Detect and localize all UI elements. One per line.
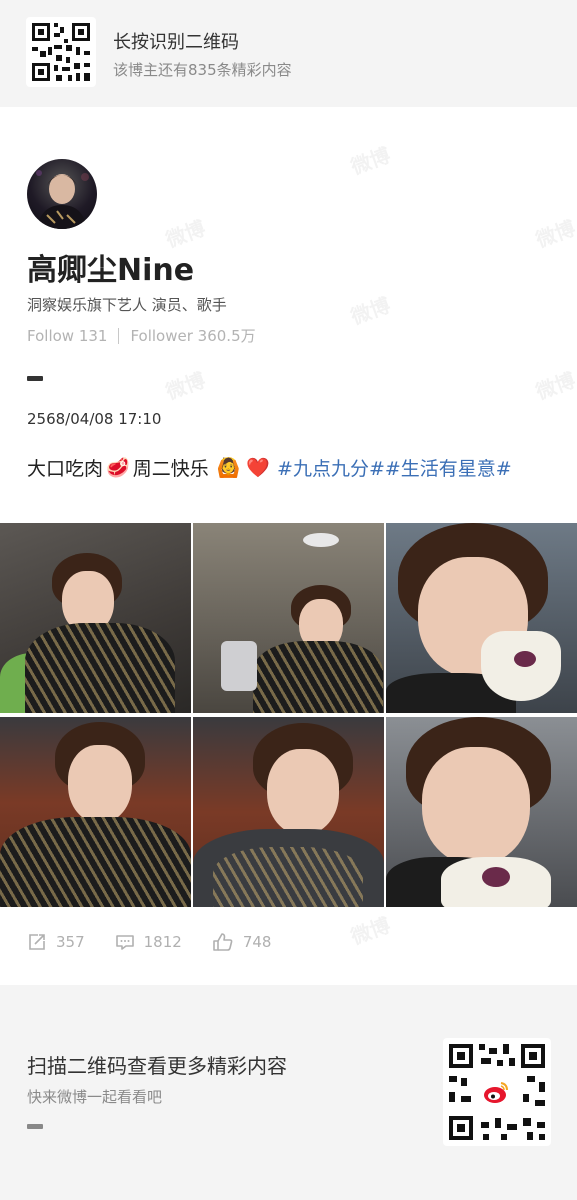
lamp-shape xyxy=(303,533,339,547)
watermark: 微博 xyxy=(162,367,209,405)
watermark: 微博 xyxy=(532,367,577,405)
divider-mark xyxy=(27,1124,43,1129)
repost-button[interactable]: 357 xyxy=(27,932,85,952)
like-count: 748 xyxy=(242,933,272,951)
comment-count: 1812 xyxy=(143,933,182,951)
person-emoji-icon: 🙆 xyxy=(216,457,241,479)
post-text-part: 周二快乐 xyxy=(132,458,209,480)
repost-count: 357 xyxy=(56,933,85,951)
thumbs-up-icon xyxy=(213,933,233,951)
comment-icon xyxy=(115,935,134,950)
top-qr-banner[interactable]: 长按识别二维码 该博主还有835条精彩内容 xyxy=(0,0,577,107)
watermark: 微博 xyxy=(347,912,394,950)
comment-button[interactable]: 1812 xyxy=(115,932,182,952)
hashtag-link[interactable]: #九点九分##生活有星意# xyxy=(277,454,512,481)
post-text-part: 大口吃肉 xyxy=(27,458,104,480)
qr-code-icon[interactable] xyxy=(26,17,96,87)
post-photo-4[interactable] xyxy=(0,717,191,907)
post-photo-5[interactable] xyxy=(193,717,384,907)
bottom-banner-title: 扫描二维码查看更多精彩内容 xyxy=(27,1054,287,1078)
divider-mark xyxy=(27,376,43,381)
watermark: 微博 xyxy=(347,142,394,180)
qr-banner-subtitle: 该博主还有835条精彩内容 xyxy=(113,61,292,79)
weibo-qr-code-icon[interactable] xyxy=(443,1038,551,1146)
repost-icon xyxy=(29,934,45,950)
phone-shape xyxy=(221,641,257,691)
watermark: 微博 xyxy=(347,292,394,330)
follow-count[interactable]: Follow 131 xyxy=(27,327,107,345)
photo-grid xyxy=(0,523,577,907)
profile-bio: 洞察娱乐旗下艺人 演员、歌手 xyxy=(27,296,227,314)
post-timestamp: 2568/04/08 17:10 xyxy=(27,410,162,428)
avatar[interactable] xyxy=(27,159,97,229)
heart-emoji-icon: ❤️ xyxy=(246,457,271,479)
profile-name[interactable]: 高卿尘Nine xyxy=(27,245,194,289)
follow-stats: Follow 131 Follower 360.5万 xyxy=(27,325,256,346)
post-photo-3[interactable] xyxy=(386,523,577,713)
bottom-banner-subtitle: 快来微博一起看看吧 xyxy=(27,1088,163,1106)
post-photo-6[interactable] xyxy=(386,717,577,907)
berry-shape xyxy=(514,651,536,667)
divider xyxy=(118,327,120,344)
follower-count[interactable]: Follower 360.5万 xyxy=(130,325,255,346)
post-photo-2[interactable] xyxy=(193,523,384,713)
berry-shape xyxy=(482,867,510,887)
meat-emoji-icon: 🥩 xyxy=(106,457,130,479)
qr-banner-title: 长按识别二维码 xyxy=(113,32,239,53)
like-button[interactable]: 748 xyxy=(212,932,272,952)
post-photo-1[interactable] xyxy=(0,523,191,713)
watermark: 微博 xyxy=(532,215,577,253)
post-text: 大口吃肉 🥩 周二快乐 🙆 ❤️ #九点九分##生活有星意# xyxy=(27,454,512,481)
post-actions: 357 1812 748 xyxy=(27,932,301,952)
